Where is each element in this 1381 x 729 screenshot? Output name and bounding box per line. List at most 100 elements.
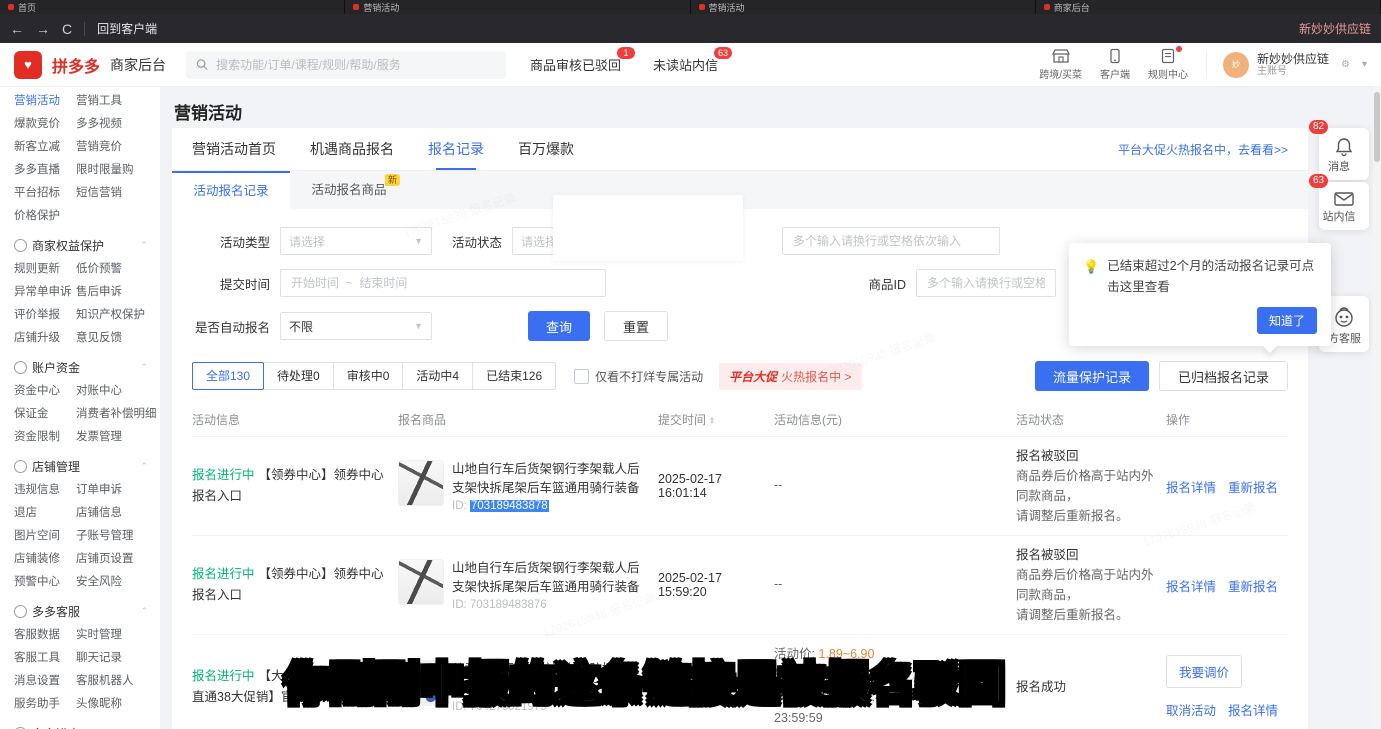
global-search[interactable] xyxy=(186,51,506,79)
browser-tab[interactable]: 首页 xyxy=(0,0,345,14)
action-取消活动[interactable]: 取消活动 xyxy=(1166,700,1216,719)
sidebar-item[interactable]: 短信营销 xyxy=(76,182,160,205)
sidebar-group-4[interactable]: 多多客服⌃ xyxy=(14,603,160,620)
action-报名详情[interactable]: 报名详情 xyxy=(1166,477,1216,496)
reload-icon[interactable]: C xyxy=(62,21,72,37)
filter-chip[interactable]: 已结束126 xyxy=(472,362,556,390)
sort-icon[interactable]: ▲▼ xyxy=(709,417,715,425)
sidebar-item[interactable]: 订单申诉 xyxy=(76,479,160,502)
review-rejected-link[interactable]: 商品审核已驳回1 xyxy=(530,55,621,74)
activity-type-select[interactable]: 请选择▼ xyxy=(280,227,432,255)
back-to-client-link[interactable]: 回到客户端 xyxy=(97,20,157,37)
promo-link[interactable]: 平台大促火热报名中，去看看>> xyxy=(1118,141,1288,158)
sidebar-item[interactable]: 退店 xyxy=(14,502,76,525)
sidebar-item[interactable]: 店铺升级 xyxy=(14,327,76,350)
product-id[interactable]: ID: 703189483876 xyxy=(452,599,648,611)
sidebar-group-1[interactable]: 商家权益保护⌃ xyxy=(14,237,160,254)
activity-name-input[interactable] xyxy=(782,227,1000,255)
tab-机遇商品报名[interactable]: 机遇商品报名 xyxy=(310,128,394,170)
chevron-up-icon[interactable]: ⌃ xyxy=(140,362,148,373)
tab-百万爆款[interactable]: 百万爆款 xyxy=(518,128,574,170)
product-title[interactable]: 儿童滑步平衡车护胸车把防撞把立保护套饰熊猫玩偶卡通公仔把手装 xyxy=(452,660,648,698)
messages-widget[interactable]: 82 消息 xyxy=(1319,128,1369,180)
sidebar-item[interactable]: 规则更新 xyxy=(14,258,76,281)
scrollbar-thumb[interactable] xyxy=(1374,92,1380,162)
filter-chip[interactable]: 审核中0 xyxy=(333,362,404,390)
sidebar-item[interactable]: 客服工具 xyxy=(14,647,76,670)
sidebar-item[interactable]: 售后申诉 xyxy=(76,281,160,304)
product-title[interactable]: 山地自行车后货架钢行李架载人后支架快拆尾架后车篮通用骑行装备 xyxy=(452,559,648,597)
back-icon[interactable]: ← xyxy=(10,21,24,37)
sidebar-item[interactable]: 客服机器人 xyxy=(76,670,160,693)
browser-tab[interactable]: 营销活动 xyxy=(345,0,690,14)
rules-center-entry[interactable]: 规则中心 xyxy=(1148,48,1188,81)
sidebar-item[interactable]: 店铺装修 xyxy=(14,548,76,571)
platform-promo-pill[interactable]: 平台大促火热报名中 > xyxy=(719,363,861,390)
sidebar-item[interactable]: 违规信息 xyxy=(14,479,76,502)
search-input[interactable] xyxy=(214,57,496,73)
submit-time-range-input[interactable] xyxy=(280,269,606,297)
sidebar-group-2[interactable]: 账户资金⌃ xyxy=(14,359,160,376)
sidebar-item[interactable]: 安全风险 xyxy=(76,571,160,594)
sidebar-item[interactable]: 消费者补偿明细 xyxy=(76,403,160,426)
product-thumbnail[interactable] xyxy=(398,460,444,506)
archived-records-button[interactable]: 已归档报名记录 xyxy=(1159,361,1288,391)
sidebar-item[interactable]: 店铺页设置 xyxy=(76,548,160,571)
sidebar-item[interactable]: 低价预警 xyxy=(76,258,160,281)
product-id[interactable]: ID: 704276921979 xyxy=(452,701,648,713)
tab-营销活动首页[interactable]: 营销活动首页 xyxy=(192,128,276,170)
sidebar-item[interactable]: 营销活动 xyxy=(14,90,76,113)
sidebar-group-3[interactable]: 店铺管理⌃ xyxy=(14,458,160,475)
sidebar-item[interactable]: 实时管理 xyxy=(76,624,160,647)
filter-chip[interactable]: 活动中4 xyxy=(402,362,473,390)
browser-tab[interactable]: 营销活动 xyxy=(691,0,1036,14)
sidebar-item[interactable]: 营销竞价 xyxy=(76,136,160,159)
sidebar-item[interactable]: 保证金 xyxy=(14,403,76,426)
sidebar-item[interactable] xyxy=(76,205,160,228)
sidebar-item[interactable]: 服务助手 xyxy=(14,693,76,716)
product-thumbnail[interactable] xyxy=(398,559,444,605)
sidebar-item[interactable]: 评价举报 xyxy=(14,304,76,327)
sidebar-item[interactable]: 资金中心 xyxy=(14,380,76,403)
action-重新报名[interactable]: 重新报名 xyxy=(1228,477,1278,496)
action-报名详情[interactable]: 报名详情 xyxy=(1166,576,1216,595)
sidebar-item[interactable]: 知识产权保护 xyxy=(76,304,160,327)
checkbox-icon[interactable] xyxy=(574,369,589,384)
sidebar-item[interactable]: 多多直播 xyxy=(14,159,76,182)
sidebar-item[interactable]: 头像昵称 xyxy=(76,693,160,716)
client-app-entry[interactable]: 客户端 xyxy=(1100,48,1130,81)
product-id[interactable]: ID: 703189483878 xyxy=(452,500,648,512)
sidebar-item[interactable]: 子账号管理 xyxy=(76,525,160,548)
sidebar-item[interactable]: 预警中心 xyxy=(14,571,76,594)
sidebar-item[interactable]: 营销工具 xyxy=(76,90,160,113)
sidebar-item[interactable]: 限时限量购 xyxy=(76,159,160,182)
sidebar-item[interactable]: 消息设置 xyxy=(14,670,76,693)
subtab-activity-records[interactable]: 活动报名记录 xyxy=(172,171,290,209)
tab-报名记录[interactable]: 报名记录 xyxy=(428,128,484,170)
sidebar-item[interactable]: 店铺信息 xyxy=(76,502,160,525)
action-报名详情[interactable]: 报名详情 xyxy=(1228,700,1278,719)
sidebar-item[interactable]: 意见反馈 xyxy=(76,327,160,350)
chevron-down-icon[interactable]: ▾ xyxy=(1362,59,1367,70)
query-button[interactable]: 查询 xyxy=(528,311,590,341)
sidebar-item[interactable]: 价格保护 xyxy=(14,205,76,228)
sidebar-item[interactable]: 图片空间 xyxy=(14,525,76,548)
chevron-up-icon[interactable]: ⌃ xyxy=(140,461,148,472)
forward-icon[interactable]: → xyxy=(36,21,50,37)
sidebar-item[interactable]: 聊天记录 xyxy=(76,647,160,670)
action-重新报名[interactable]: 重新报名 xyxy=(1228,576,1278,595)
sidebar-item[interactable]: 发票管理 xyxy=(76,426,160,449)
sidebar-item[interactable]: 资金限制 xyxy=(14,426,76,449)
filter-chip[interactable]: 待处理0 xyxy=(263,362,334,390)
auto-signup-select[interactable]: 不限▼ xyxy=(280,312,432,340)
tooltip-ok-button[interactable]: 知道了 xyxy=(1257,307,1317,334)
sidebar-item[interactable]: 新客立减 xyxy=(14,136,76,159)
unread-messages-link[interactable]: 未读站内信63 xyxy=(653,55,718,74)
site-mail-widget[interactable]: 63 站内信 xyxy=(1319,182,1369,230)
sidebar-item[interactable]: 异常单申诉 xyxy=(14,281,76,304)
sidebar-group-5[interactable]: 多多进宝⌃ xyxy=(14,725,160,729)
product-thumbnail[interactable] xyxy=(398,660,444,706)
sidebar-item[interactable]: 对账中心 xyxy=(76,380,160,403)
gear-icon[interactable]: ⚙ xyxy=(1341,59,1350,70)
reset-button[interactable]: 重置 xyxy=(604,311,668,341)
